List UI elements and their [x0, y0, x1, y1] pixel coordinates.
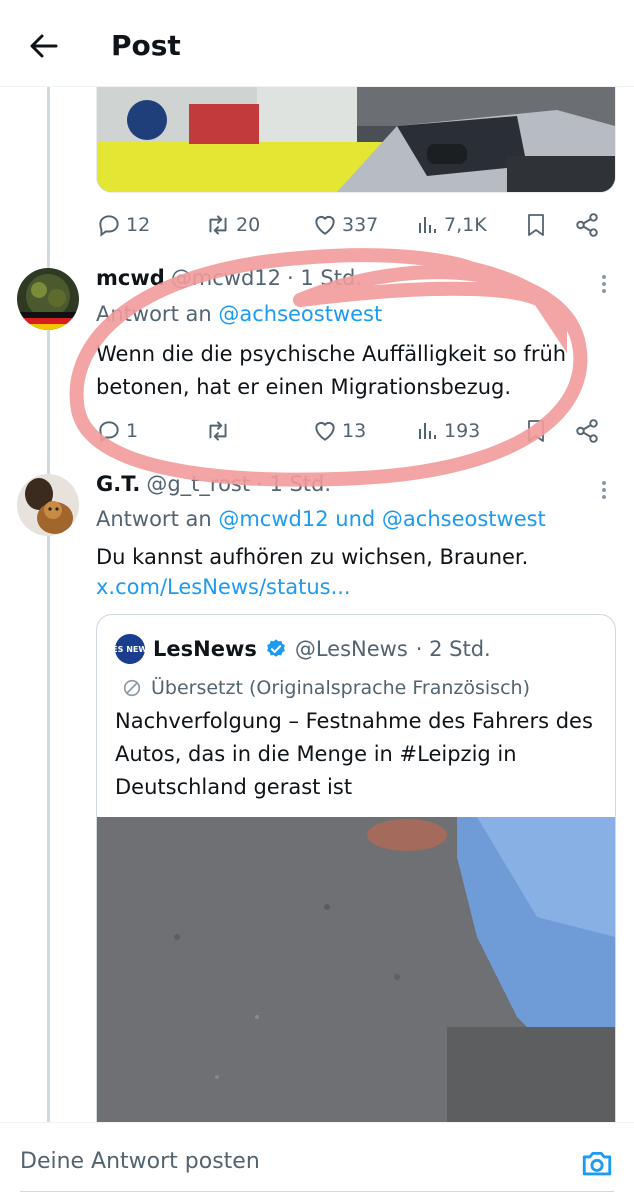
views-icon [419, 423, 436, 439]
quoted-time: · 2 Std. [415, 637, 491, 661]
reply-button[interactable]: 12 [96, 205, 150, 245]
app: Post 12 20 337 7,1K mcwd @mcwd12 · 1 Std… [0, 0, 634, 1200]
like-count: 337 [342, 214, 379, 236]
lesnews-logo: LES NEWS [107, 634, 153, 664]
verified-badge-icon [267, 639, 285, 657]
reply-count: 1 [126, 420, 139, 442]
page-title: Post [111, 29, 181, 62]
user-handle[interactable]: @g_t_rost [146, 472, 250, 496]
repost-icon [209, 215, 227, 235]
translation-note: Übersetzt (Originalsprache Französisch) [121, 677, 530, 699]
reply-input[interactable]: Deine Antwort posten [20, 1149, 260, 1174]
post-time[interactable]: · 1 Std. [256, 472, 331, 496]
view-count: 193 [444, 420, 481, 442]
reply-prefix: Antwort an [96, 302, 212, 326]
quoted-post-media[interactable] [97, 817, 615, 1155]
translate-icon [123, 679, 141, 697]
like-button[interactable]: 337 [312, 205, 378, 245]
quoted-post-text: Nachverfolgung – Festnahme des Fahrers d… [115, 709, 593, 799]
like-count: 13 [342, 420, 367, 442]
reply-composer: Deine Antwort posten [0, 1122, 634, 1200]
share-icon [576, 419, 598, 443]
post-text: Wenn die die psychische Auffälligkeit so… [96, 342, 567, 399]
display-name[interactable]: mcwd [96, 266, 165, 290]
thread-connector-line [47, 86, 50, 1122]
views-icon [419, 217, 436, 233]
arrest-scene-image [97, 817, 615, 1155]
bookmark-icon [528, 214, 544, 236]
quoted-post-header: LES NEWS LesNews @LesNews · 2 Std. [107, 633, 491, 665]
camera-icon [582, 1151, 612, 1176]
avatar[interactable] [17, 268, 79, 330]
top-post-media[interactable] [96, 86, 616, 193]
police-car-image [97, 86, 615, 192]
share-icon [576, 213, 598, 237]
reply-icon [99, 215, 119, 237]
bookmark-button[interactable] [524, 411, 548, 451]
repost-button[interactable] [204, 411, 232, 451]
more-options-button[interactable] [592, 272, 616, 296]
repost-count: 20 [236, 214, 261, 236]
mcwd-avatar-image [17, 268, 79, 330]
more-icon [602, 275, 606, 293]
repost-button[interactable]: 20 [204, 205, 260, 245]
views-button[interactable]: 7,1K [416, 205, 487, 245]
more-options-button[interactable] [592, 478, 616, 502]
back-button[interactable] [22, 24, 66, 68]
post-link[interactable]: x.com/LesNews/status... [96, 575, 351, 599]
quoted-handle: @LesNews [294, 637, 408, 661]
mention-link[interactable]: @mcwd12 [218, 507, 328, 531]
translation-label: Übersetzt (Originalsprache Französisch) [151, 677, 530, 699]
post-header: mcwd @mcwd12 · 1 Std. [96, 266, 362, 298]
reply-joiner: und [335, 507, 376, 531]
quoted-display-name: LesNews [153, 637, 257, 661]
more-icon [602, 481, 606, 499]
share-button[interactable] [574, 411, 600, 451]
post-actions: 1 13 193 [96, 411, 616, 451]
top-bar: Post [0, 0, 634, 87]
user-handle[interactable]: @mcwd12 [171, 266, 281, 290]
reply-count: 12 [126, 214, 151, 236]
repost-icon [209, 421, 227, 441]
post-header: G.T. @g_t_rost · 1 Std. [96, 472, 331, 504]
bookmark-button[interactable] [524, 205, 548, 245]
view-count: 7,1K [444, 214, 487, 236]
display-name[interactable]: G.T. [96, 472, 140, 496]
like-button[interactable]: 13 [312, 411, 366, 451]
reply-button[interactable]: 1 [96, 411, 138, 451]
bookmark-icon [528, 420, 544, 442]
reply-context: Antwort an @achseostwest [96, 302, 382, 326]
camera-button[interactable] [580, 1147, 614, 1181]
avatar[interactable] [17, 474, 79, 536]
composer-underline [20, 1191, 614, 1192]
reply-prefix: Antwort an [96, 507, 212, 531]
views-button[interactable]: 193 [416, 411, 480, 451]
reply-icon [99, 421, 119, 443]
reply-context: Antwort an @mcwd12 und @achseostwest [96, 507, 546, 531]
post-time[interactable]: · 1 Std. [287, 266, 362, 290]
quoted-post-card[interactable]: LES NEWS LesNews @LesNews · 2 Std. Übers… [96, 614, 616, 1156]
share-button[interactable] [574, 205, 600, 245]
like-icon [315, 215, 335, 235]
gt-avatar-image [17, 474, 79, 536]
top-post-actions: 12 20 337 7,1K [96, 205, 616, 245]
mention-link[interactable]: @achseostwest [218, 302, 382, 326]
post-text: Du kannst aufhören zu wichsen, Brauner. [96, 545, 529, 569]
like-icon [315, 421, 335, 441]
back-arrow-icon [30, 34, 58, 58]
mention-link[interactable]: @achseostwest [382, 507, 546, 531]
